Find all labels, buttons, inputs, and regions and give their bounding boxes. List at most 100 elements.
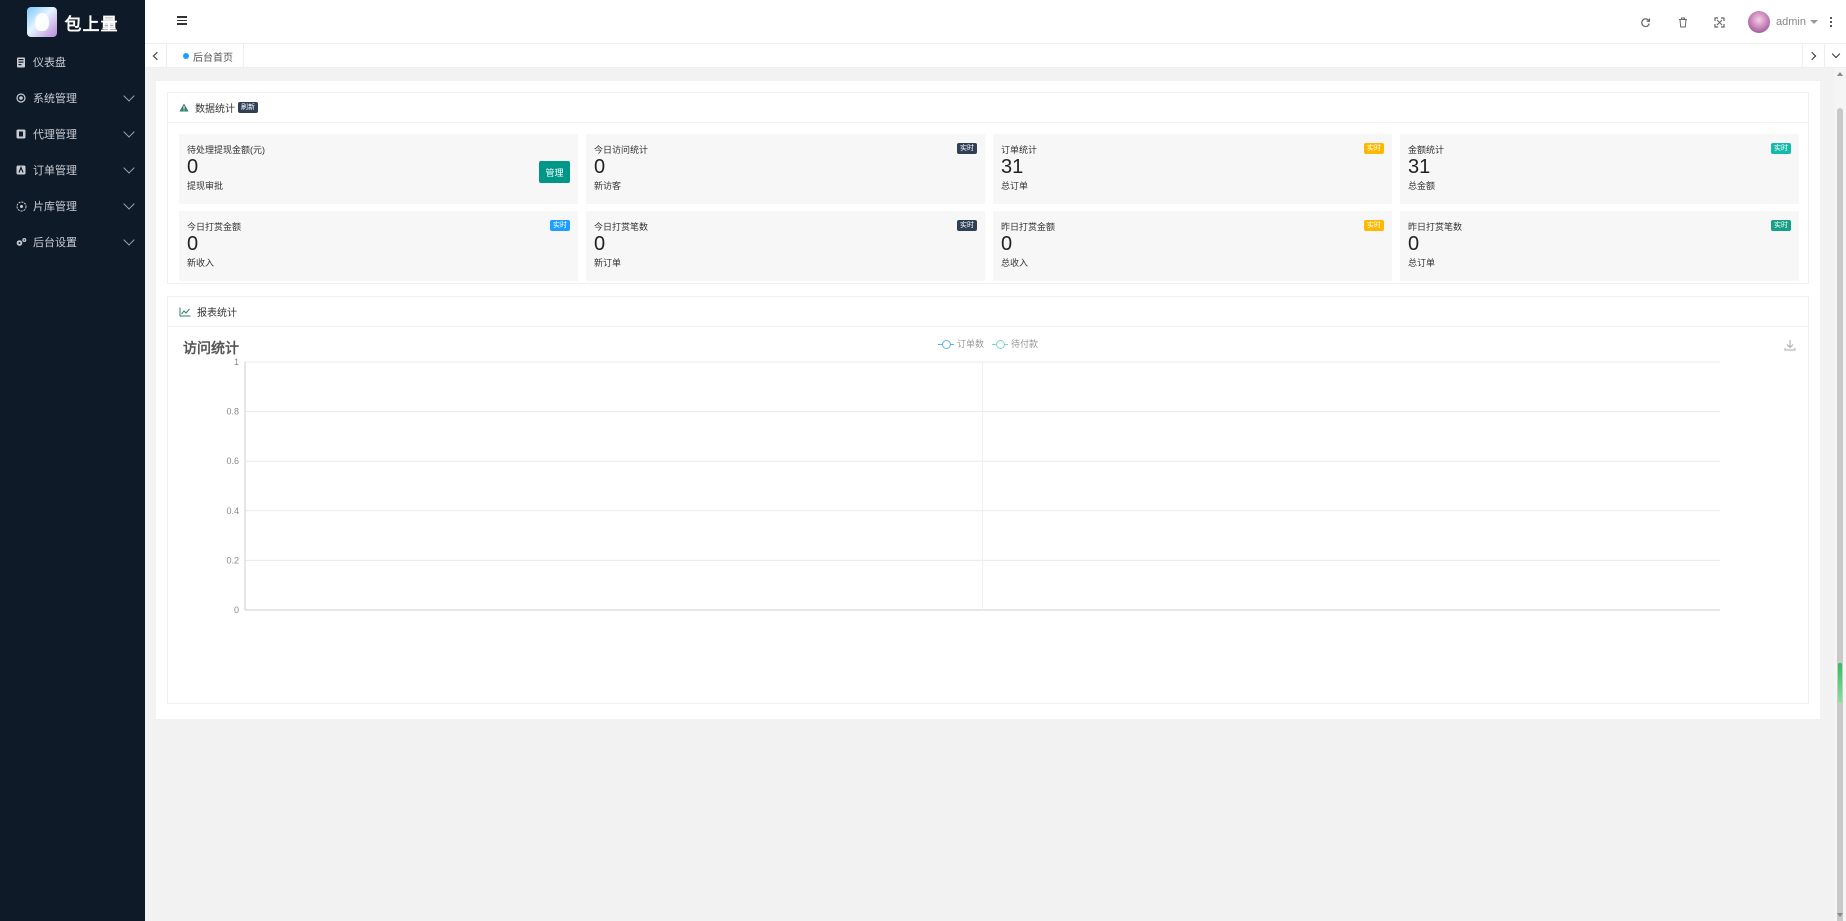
chart-legend: 订单数 待付款: [938, 337, 1038, 350]
y-tick-label: 0.8: [226, 407, 239, 417]
scrollbar-indicator: [1838, 663, 1842, 703]
library-icon: [15, 200, 27, 212]
y-tick-label: 0.2: [226, 555, 239, 565]
report-card: 报表统计 访问统计 订单数 待付款 0 0.2 0.4 0.6 0.8 1: [167, 296, 1809, 704]
stat-value: 0: [187, 156, 199, 178]
report-card-title: 报表统计: [197, 308, 237, 319]
stat-title: 金额统计: [1408, 145, 1445, 155]
agent-icon: [15, 128, 27, 140]
chevron-down-icon[interactable]: [1810, 20, 1818, 24]
manage-button[interactable]: 管理: [539, 161, 570, 183]
logo[interactable]: 包上量: [0, 0, 145, 44]
tab-options-button[interactable]: [1824, 44, 1846, 68]
sidebar-item-agent[interactable]: 代理管理: [0, 116, 145, 152]
stat-subtitle: 新访客: [594, 181, 622, 191]
y-tick-label: 1: [234, 357, 239, 367]
realtime-badge: 实时: [550, 220, 570, 231]
sidebar-item-orders[interactable]: 订单管理: [0, 152, 145, 188]
stat-value: 31: [1408, 156, 1431, 178]
chevron-down-icon: [123, 162, 135, 174]
stat-value: 0: [594, 156, 606, 178]
dashboard-icon: [15, 56, 27, 68]
tab-label: 后台首页: [193, 52, 233, 64]
sidebar: 包上量 仪表盘 系统管理 代理管理 订单管理 片库管理 后台设置: [0, 0, 145, 921]
active-dot: [183, 53, 189, 59]
stat-yesterday-tip-count: 昨日打赏笔数 0 总订单 实时: [1400, 211, 1799, 281]
report-card-header: 报表统计: [168, 297, 1808, 327]
stat-title: 今日打赏金额: [187, 222, 242, 232]
order-icon: [15, 164, 27, 176]
fullscreen-icon[interactable]: [1701, 0, 1738, 44]
stat-title: 今日访问统计: [594, 145, 649, 155]
stat-subtitle: 提现审批: [187, 181, 224, 191]
chevron-right-icon: [1807, 51, 1817, 61]
line-chart-icon: [179, 307, 191, 317]
stats-card: 数据统计 刷新 待处理提现金额(元) 0 提现审批 管理 今日访问统计 0 新访…: [167, 92, 1809, 284]
stat-subtitle: 新订单: [594, 258, 622, 268]
tab-scroll-left-button[interactable]: [145, 44, 167, 68]
line-chart: 0 0.2 0.4 0.6 0.8 1: [226, 357, 1720, 615]
sidebar-item-system[interactable]: 系统管理: [0, 80, 145, 116]
refresh-icon[interactable]: [1627, 0, 1664, 44]
top-header: admin: [145, 0, 1846, 44]
stat-amount: 金额统计 31 总金额 实时: [1400, 134, 1799, 204]
download-icon[interactable]: [1784, 339, 1796, 354]
y-tick-label: 0.4: [226, 506, 239, 516]
warning-icon: [179, 103, 189, 112]
chevron-left-icon: [152, 51, 162, 61]
sidebar-item-label: 后台设置: [33, 237, 77, 249]
stat-subtitle: 总订单: [1001, 181, 1029, 191]
chart-title: 访问统计: [183, 340, 239, 356]
stat-subtitle: 新收入: [187, 258, 215, 268]
stat-title: 昨日打赏笔数: [1408, 222, 1463, 232]
tab-home[interactable]: 后台首页: [175, 44, 244, 68]
tab-scroll-right-button[interactable]: [1802, 44, 1824, 68]
sidebar-item-label: 系统管理: [33, 93, 77, 105]
scroll-down-icon[interactable]: [1837, 913, 1843, 917]
y-tick-label: 0.6: [226, 456, 239, 466]
scroll-up-icon[interactable]: [1837, 72, 1843, 76]
gears-icon: [15, 236, 27, 248]
avatar[interactable]: [1748, 11, 1771, 33]
trash-icon[interactable]: [1664, 0, 1701, 44]
username[interactable]: admin: [1776, 16, 1806, 28]
chevron-down-icon: [123, 198, 135, 210]
tabs-bar: 后台首页: [145, 44, 1846, 68]
logo-image: [26, 7, 57, 37]
refresh-badge[interactable]: 刷新: [238, 102, 258, 113]
stat-title: 待处理提现金额(元): [187, 145, 265, 155]
chevron-down-icon: [1831, 49, 1840, 59]
sidebar-item-label: 代理管理: [33, 129, 77, 141]
realtime-badge: 实时: [1771, 143, 1791, 154]
more-vertical-icon[interactable]: [1830, 17, 1832, 27]
sidebar-item-library[interactable]: 片库管理: [0, 188, 145, 224]
y-tick-label: 0: [234, 605, 239, 615]
legend-item-orders[interactable]: 订单数: [938, 337, 984, 350]
stat-value: 31: [1001, 156, 1024, 178]
sidebar-item-backend-settings[interactable]: 后台设置: [0, 224, 145, 260]
main-panel: 数据统计 刷新 待处理提现金额(元) 0 提现审批 管理 今日访问统计 0 新访…: [156, 81, 1820, 719]
chevron-down-icon: [123, 126, 135, 138]
legend-item-pending-payment[interactable]: 待付款: [992, 337, 1038, 350]
menu-toggle-icon[interactable]: [177, 16, 187, 26]
stat-value: 0: [187, 233, 199, 255]
stat-subtitle: 总金额: [1408, 181, 1436, 191]
stat-value: 0: [1408, 233, 1420, 255]
stat-today-visits: 今日访问统计 0 新访客 实时: [586, 134, 985, 204]
stat-title: 今日打赏笔数: [594, 222, 649, 232]
realtime-badge: 实时: [1364, 143, 1384, 154]
stat-value: 0: [1001, 233, 1013, 255]
stat-yesterday-tip-amount: 昨日打赏金额 0 总收入 实时: [993, 211, 1392, 281]
page-scrollbar[interactable]: [1834, 68, 1846, 921]
sidebar-item-dashboard[interactable]: 仪表盘: [0, 44, 145, 80]
settings-circle-icon: [15, 92, 27, 104]
stat-today-tip-count: 今日打赏笔数 0 新订单 实时: [586, 211, 985, 281]
stat-value: 0: [594, 233, 606, 255]
stat-today-tip-amount: 今日打赏金额 0 新收入 实时: [179, 211, 578, 281]
chevron-down-icon: [123, 234, 135, 246]
realtime-badge: 实时: [1771, 220, 1791, 231]
scrollbar-thumb[interactable]: [1837, 108, 1843, 921]
brand-name: 包上量: [64, 14, 119, 34]
sidebar-item-label: 仪表盘: [33, 57, 66, 69]
realtime-badge: 实时: [957, 220, 977, 231]
